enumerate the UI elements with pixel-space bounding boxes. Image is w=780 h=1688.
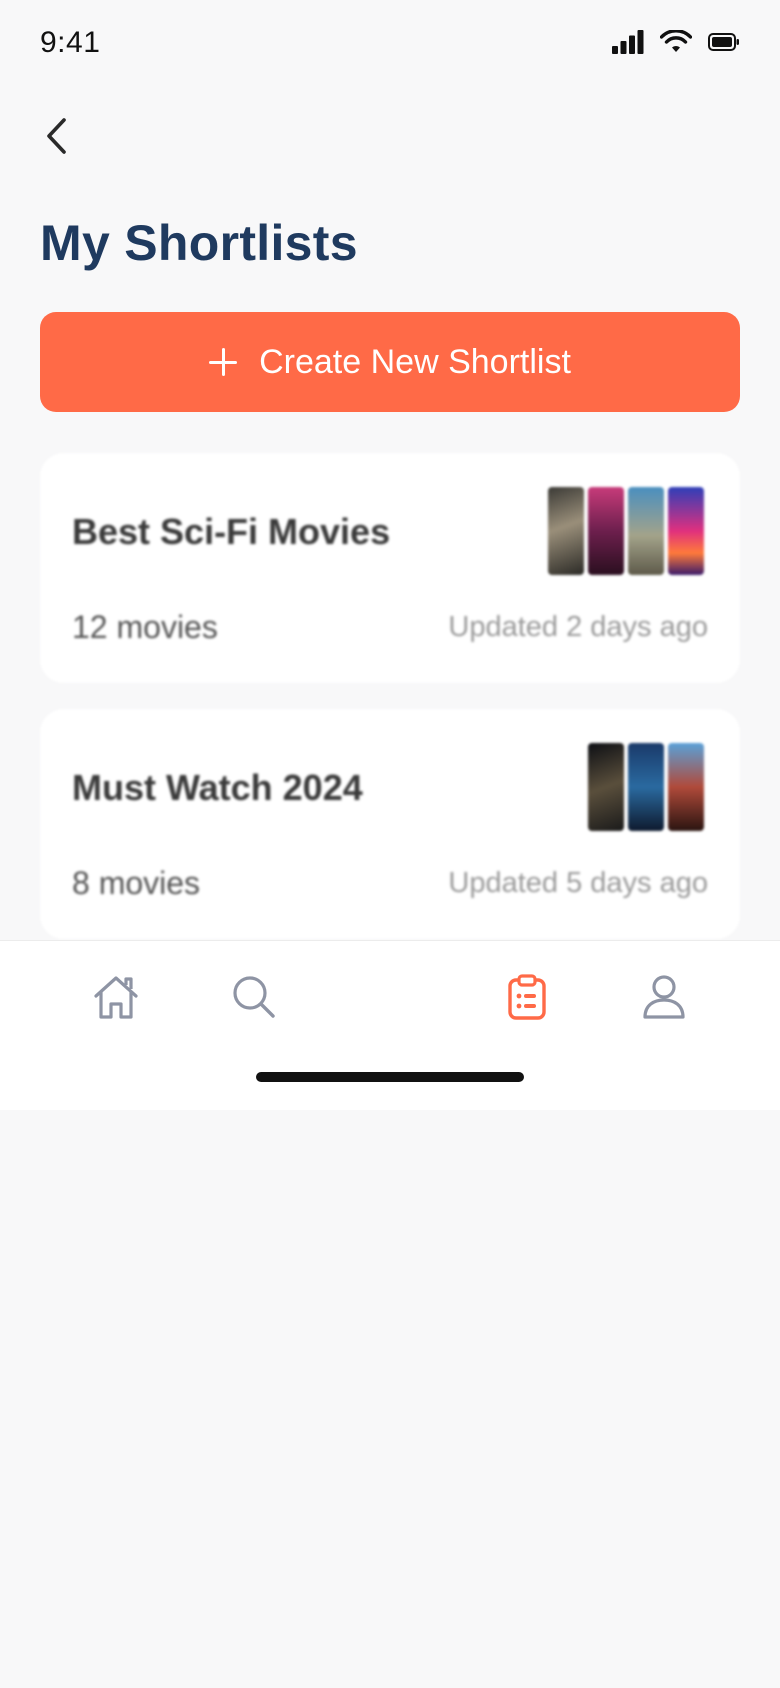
clipboard-icon <box>508 974 546 1020</box>
home-icon <box>94 976 138 1019</box>
poster-thumbnails <box>548 487 704 575</box>
plus-icon <box>209 348 238 376</box>
wifi-icon <box>660 30 692 52</box>
create-button-label: Create New Shortlist <box>259 342 571 381</box>
poster-thumbnail <box>628 743 664 831</box>
poster-thumbnail <box>668 743 704 831</box>
create-new-shortlist-button[interactable]: Create New Shortlist <box>40 312 740 412</box>
tab-profile[interactable] <box>634 969 694 1025</box>
shortlist-card[interactable]: Best Sci-Fi Movies 12 movies Updated 2 d… <box>40 453 740 683</box>
tab-home[interactable] <box>86 969 146 1025</box>
status-bar: 9:41 <box>0 0 780 90</box>
shortlist-movie-count: 12 movies <box>72 609 218 645</box>
shortlist-card[interactable]: Must Watch 2024 8 movies Updated 5 days … <box>40 709 740 939</box>
poster-thumbnail <box>668 487 704 575</box>
shortlist-movie-count: 8 movies <box>72 865 201 901</box>
home-indicator <box>256 1072 524 1082</box>
person-icon <box>643 975 685 1019</box>
chevron-left-icon <box>47 118 66 154</box>
shortlist-title: Must Watch 2024 <box>72 767 363 808</box>
status-time: 9:41 <box>40 26 101 59</box>
back-button[interactable] <box>36 112 76 160</box>
poster-thumbnail <box>548 487 584 575</box>
tab-search[interactable] <box>224 969 284 1025</box>
battery-icon <box>708 33 739 51</box>
cellular-signal-icon <box>612 30 644 54</box>
status-icons <box>612 30 740 54</box>
tab-shortlists[interactable] <box>497 969 557 1025</box>
poster-thumbnail <box>588 487 624 575</box>
shortlist-updated: Updated 5 days ago <box>448 867 708 899</box>
poster-thumbnails <box>588 743 704 831</box>
poster-thumbnail <box>588 743 624 831</box>
tab-bar <box>0 940 780 1110</box>
shortlist-updated: Updated 2 days ago <box>448 611 708 643</box>
poster-thumbnail <box>628 487 664 575</box>
search-icon <box>233 976 275 1018</box>
page-title: My Shortlists <box>40 215 358 271</box>
shortlist-title: Best Sci-Fi Movies <box>72 511 391 552</box>
